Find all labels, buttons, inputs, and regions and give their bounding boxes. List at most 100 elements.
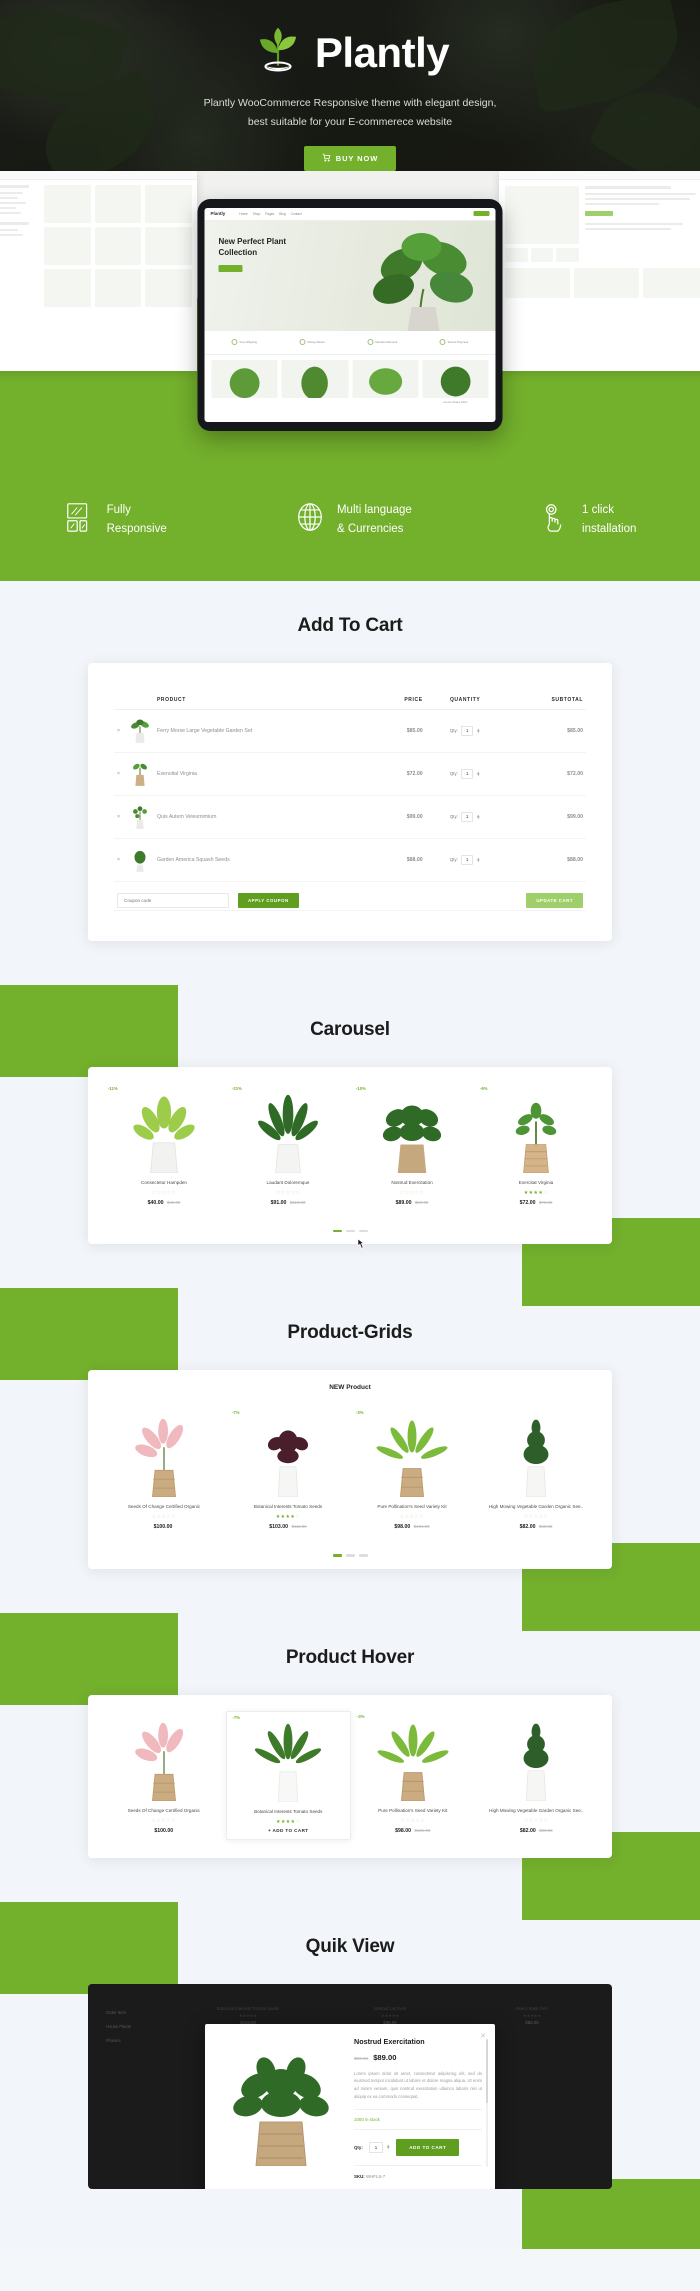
add-to-cart-button[interactable]: ADD TO CART [396,2138,460,2156]
list-item[interactable]: Seeds Of Change Certified Organic ☆☆☆☆☆ … [102,1407,226,1536]
remove-item-button[interactable]: × [114,795,126,839]
tablet-feature: Secure Payment [439,339,468,346]
rating-stars: ☆☆☆☆☆ [151,1189,177,1196]
add-to-cart-button[interactable]: + ADD TO CART [231,1828,347,1833]
list-item[interactable]: -7% Botanical Interests Tomato Seeds ★★★… [226,1407,350,1536]
tablet-product[interactable] [211,359,278,404]
list-item[interactable]: -3% Pure Pollination's Seed Variety Kit … [350,1407,474,1536]
product-subtotal: $88.00 [504,838,586,882]
discount-badge: -21% [232,1085,242,1091]
rating-stars: ★★★★★ [381,2012,399,2018]
tablet-product[interactable] [281,359,348,404]
scrollbar[interactable] [485,2038,488,2167]
tablet-feature: Free Shipping [231,339,257,346]
tablet-shop-now-button[interactable] [218,265,243,273]
modal-buy-row: Qty: 1 ▲ ▼ ADD TO CART [354,2138,482,2166]
quantity-stepper[interactable]: 1 [460,725,474,736]
grid-dot[interactable] [345,1554,355,1557]
product-name: Ferry Morse Large Vegetable Garden Set [154,709,374,753]
quantity-spinner-icon[interactable]: ▲ ▼ [386,2144,390,2150]
quick-view-section: Quik View Order Item House Plants Flower… [0,1901,700,2249]
globe-icon [294,501,326,538]
remove-item-button[interactable]: × [114,709,126,753]
current-price: $100.00 [154,1827,174,1834]
list-item[interactable]: -21% Laudant Doloremque ☆☆☆☆☆ $91.00 $11… [226,1083,350,1212]
tablet-product[interactable] [352,359,419,404]
grid-panel: NEW Product Seeds Of Change Certified Or… [88,1370,612,1569]
list-item-hovered[interactable]: -7% Botanical Interests Tomato Seeds ★★★… [225,1710,351,1840]
tablet-nav-item[interactable]: Blog [279,212,285,216]
product-image [106,1717,222,1801]
list-item[interactable]: -3% Pure Pollination's Seed Variety Kit … [351,1711,475,1840]
quantity-stepper[interactable]: 1 [368,2141,384,2153]
product-name: Seeds Of Change Certified Organic [127,1504,201,1510]
page-title-carousel: Carousel [310,1018,390,1040]
grid-dot[interactable] [332,1554,342,1557]
tablet-product[interactable]: House Shape Plant [422,359,489,404]
col-quantity: QUANTITY [425,690,505,710]
quantity-cell: Qty: 1 ▲ ▼ [425,795,505,839]
tablet-nav-item[interactable]: Pages [265,212,274,216]
table-row: × Exenoital Virginia $72.00 Qty: 1 ▲ ▼ $… [114,752,586,796]
product-price: $82.00 $88.00 [479,1828,595,1834]
product-price: $103.00 $111.00 [230,1524,346,1530]
product-name: Pure Pollination's Seed Variety Kit [377,1504,447,1510]
background-product: Botanical Interests Tomato Seeds ★★★★★ $… [182,2006,314,2025]
responsive-devices-icon [64,501,96,538]
sidebar-item[interactable]: Flowers [106,2038,160,2043]
hero-subtitle: Plantly WooCommerce Responsive theme wit… [0,94,700,133]
carousel-dot[interactable] [358,1229,368,1233]
tablet-feature: Member Discount [367,339,397,346]
quantity-stepper[interactable]: 1 [460,811,474,822]
tablet-nav-item[interactable]: Home [239,212,248,216]
list-item[interactable]: -11% Consectetur Hampden ☆☆☆☆☆ $40.00 $4… [102,1083,226,1212]
feature-multilanguage: Multi language & Currencies [294,501,412,539]
feature-line1: Multi language [336,503,412,516]
update-cart-button[interactable]: UPDATE CART [526,892,583,908]
tablet-nav-item[interactable]: Contact [291,212,302,216]
quantity-stepper[interactable]: 1 [460,768,474,779]
quantity-stepper[interactable]: 1 [460,854,474,865]
list-item[interactable]: High Mowing Vegetable Garden Organic See… [474,1407,598,1536]
product-name: High Mowing Vegetable Garden Organic See… [489,1807,584,1813]
product-name: Botanical Interests Tomato Seeds [216,2005,280,2011]
list-item[interactable]: -9% Exercitat Virginia ★★★★☆ $72.00 $79.… [474,1083,598,1212]
list-item[interactable]: Seeds Of Change Certified Organic ☆☆☆☆☆ … [102,1711,226,1840]
features-section: Fully Responsive Multi language & Curren… [0,470,700,581]
product-price: $85.00 [373,709,426,753]
product-price: $91.00 $110.00 [230,1200,346,1206]
product-price: $89.00 $99.00 [354,1200,470,1206]
product-image [478,1089,594,1173]
carousel-product-row: -11% Consectetur Hampden ☆☆☆☆☆ $40.00 $4… [88,1067,612,1230]
tablet-cart-button[interactable] [473,211,490,217]
product-price: $98.00 $101.00 [355,1828,471,1834]
rating-stars: ☆☆☆☆☆ [400,1817,425,1824]
table-row: × Ferry Morse Large Vegetable Garden Set… [114,709,586,753]
tablet-nav-item[interactable]: Shop [253,212,260,216]
current-price: $40.00 [147,1199,164,1206]
qty-label: Qty: [354,2144,363,2150]
grid-dot[interactable] [358,1554,368,1557]
rating-stars: ☆☆☆☆☆ [275,1189,301,1196]
product-name: Seeds Of Change Certified Organic [127,1807,200,1813]
buy-now-button[interactable]: BUY NOW [303,145,397,171]
old-price: $110.00 [289,1199,306,1205]
brand-name: Plantly [314,29,450,76]
list-item[interactable]: -10% Nostrud Exercitation ☆☆☆☆☆ $89.00 $… [350,1083,474,1212]
modal-info: ✕ Nostrud Exercitation $99.00 $89.00 Lor… [344,2033,488,2179]
quantity-spinner-icon[interactable]: ▲ ▼ [476,856,480,862]
remove-item-button[interactable]: × [114,752,126,796]
product-image [354,1413,470,1498]
apply-coupon-button[interactable]: APPLY COUPON [238,892,299,908]
quantity-spinner-icon[interactable]: ▲ ▼ [476,727,480,733]
quantity-spinner-icon[interactable]: ▲ ▼ [476,813,480,819]
page-title-quick-view: Quik View [305,1935,395,1957]
list-item[interactable]: High Mowing Vegetable Garden Organic See… [475,1711,599,1840]
rating-stars: ★★★★☆ [275,1514,301,1521]
carousel-dot[interactable] [332,1229,342,1233]
product-price: $82.00 $88.00 [478,1524,594,1530]
carousel-dot[interactable] [345,1229,355,1233]
remove-item-button[interactable]: × [114,838,126,882]
coupon-input[interactable] [117,892,229,908]
quantity-spinner-icon[interactable]: ▲ ▼ [476,770,480,776]
